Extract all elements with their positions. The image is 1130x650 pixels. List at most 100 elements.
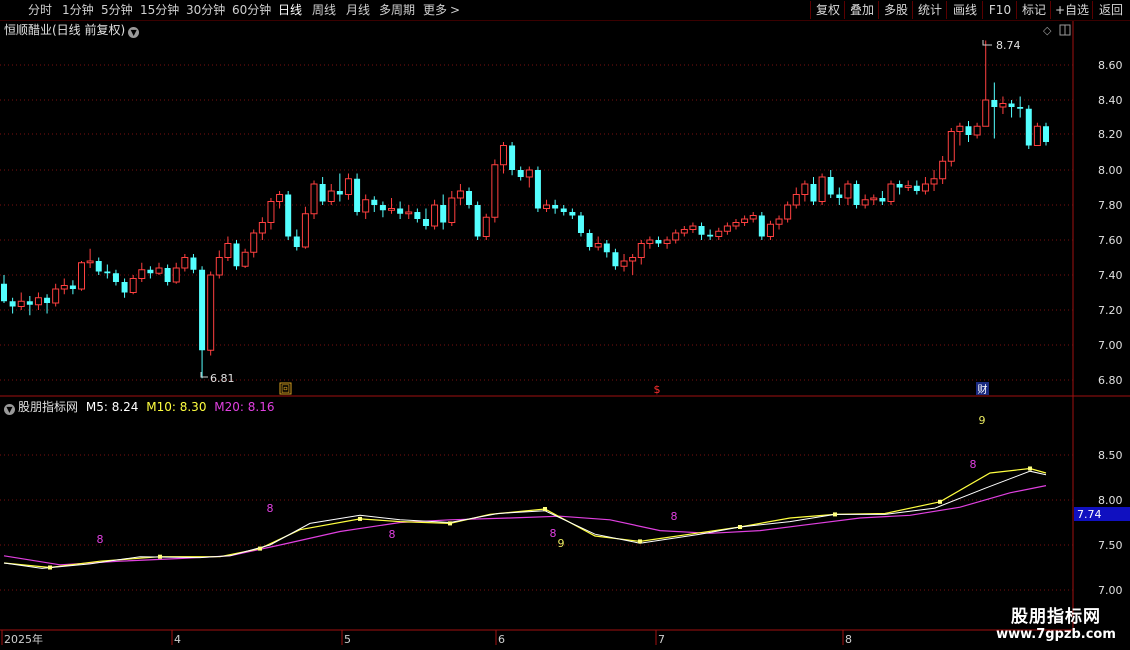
candle-up[interactable] — [499, 145, 507, 166]
overlay-button[interactable]: 叠加 — [844, 1, 879, 19]
candle-down[interactable] — [336, 191, 343, 195]
event-marker-finance[interactable] — [976, 382, 989, 395]
candle-down[interactable] — [233, 243, 240, 267]
candle-down[interactable] — [586, 233, 593, 247]
diamond-icon[interactable]: ◇ — [1043, 24, 1052, 37]
candle-up[interactable] — [792, 194, 800, 206]
candle-up[interactable] — [276, 194, 284, 202]
candle-up[interactable] — [17, 300, 25, 307]
f10-button[interactable]: F10 — [982, 1, 1017, 19]
candle-up[interactable] — [310, 183, 318, 215]
candle-up[interactable] — [207, 274, 215, 351]
candle-up[interactable] — [258, 222, 266, 234]
candle-up[interactable] — [250, 232, 258, 253]
candle-up[interactable] — [775, 218, 783, 225]
candle-down[interactable] — [1043, 126, 1049, 142]
candle-up[interactable] — [78, 262, 86, 290]
candle-up[interactable] — [672, 232, 680, 241]
candle-down[interactable] — [879, 198, 886, 202]
candle-up[interactable] — [818, 176, 826, 202]
period-tab-more[interactable]: 更多 > — [423, 2, 460, 18]
candle-down[interactable] — [371, 199, 378, 205]
candle-down[interactable] — [164, 268, 171, 282]
candle-up[interactable] — [982, 99, 990, 127]
candle-down[interactable] — [707, 234, 714, 237]
candle-down[interactable] — [655, 240, 662, 244]
candle-up[interactable] — [861, 199, 869, 206]
candle-down[interactable] — [810, 184, 817, 202]
candle-down[interactable] — [466, 191, 473, 205]
candle-up[interactable] — [887, 183, 895, 202]
candle-up[interactable] — [594, 243, 602, 248]
candle-down[interactable] — [474, 205, 481, 237]
candle-up[interactable] — [448, 197, 456, 223]
window-toggle-icon[interactable] — [1059, 24, 1071, 36]
candle-up[interactable] — [482, 216, 490, 237]
candle-down[interactable] — [965, 126, 972, 135]
candle-up[interactable] — [138, 269, 146, 279]
candle-down[interactable] — [199, 269, 206, 351]
candle-down[interactable] — [9, 301, 16, 307]
period-tab-1min[interactable]: 1分钟 — [62, 2, 94, 18]
candle-down[interactable] — [560, 208, 567, 213]
chevron-down-icon[interactable]: ▼ — [4, 404, 15, 415]
candle-up[interactable] — [723, 225, 731, 232]
candle-down[interactable] — [440, 205, 447, 223]
statistics-button[interactable]: 统计 — [912, 1, 947, 19]
candle-down[interactable] — [422, 219, 429, 226]
indicator-name[interactable]: 股朋指标网 — [18, 400, 78, 414]
candle-down[interactable] — [853, 184, 860, 205]
candle-up[interactable] — [801, 183, 809, 195]
candle-down[interactable] — [603, 243, 610, 253]
candle-down[interactable] — [991, 100, 998, 107]
candle-up[interactable] — [241, 251, 249, 267]
period-tab-5min[interactable]: 5分钟 — [101, 2, 133, 18]
candle-down[interactable] — [104, 271, 111, 274]
candle-up[interactable] — [52, 288, 60, 304]
event-marker-dividend[interactable]: $ — [654, 383, 661, 396]
candle-up[interactable] — [939, 160, 947, 180]
candle-up[interactable] — [491, 164, 499, 218]
candle-up[interactable] — [637, 243, 645, 258]
candle-up[interactable] — [327, 190, 335, 202]
candle-up[interactable] — [715, 230, 723, 237]
candle-up[interactable] — [921, 183, 929, 192]
multi-stock-button[interactable]: 多股 — [878, 1, 913, 19]
candle-down[interactable] — [147, 269, 154, 274]
add-watchlist-button[interactable]: +自选 — [1050, 1, 1093, 19]
candle-up[interactable] — [904, 185, 912, 188]
candle-up[interactable] — [172, 267, 180, 283]
candle-down[interactable] — [577, 215, 584, 234]
period-tab-15min[interactable]: 15分钟 — [140, 2, 179, 18]
candle-up[interactable] — [749, 215, 757, 220]
candle-up[interactable] — [60, 285, 68, 290]
candle-down[interactable] — [414, 212, 421, 219]
candle-down[interactable] — [758, 215, 765, 237]
candle-up[interactable] — [947, 131, 955, 162]
candle-up[interactable] — [456, 190, 464, 199]
period-tab-60min[interactable]: 60分钟 — [232, 2, 271, 18]
candle-up[interactable] — [689, 225, 697, 230]
candle-down[interactable] — [534, 170, 541, 209]
candle-down[interactable] — [1, 283, 7, 302]
candle-up[interactable] — [155, 267, 163, 274]
candle-up[interactable] — [999, 103, 1007, 108]
candle-down[interactable] — [69, 285, 76, 290]
period-tab-multi[interactable]: 多周期 — [379, 2, 415, 18]
candle-up[interactable] — [129, 278, 137, 293]
candle-up[interactable] — [973, 125, 981, 136]
candle-up[interactable] — [181, 257, 189, 269]
period-tab-daily[interactable]: 日线 — [278, 2, 302, 18]
candle-down[interactable] — [121, 282, 128, 293]
draw-line-button[interactable]: 画线 — [946, 1, 983, 19]
candle-up[interactable] — [956, 125, 964, 132]
period-tab-weekly[interactable]: 周线 — [312, 2, 336, 18]
candle-down[interactable] — [517, 170, 524, 177]
candle-down[interactable] — [552, 205, 559, 209]
candle-up[interactable] — [215, 257, 223, 276]
candle-down[interactable] — [827, 177, 834, 195]
candle-up[interactable] — [525, 169, 533, 178]
period-tab-monthly[interactable]: 月线 — [346, 2, 370, 18]
candle-up[interactable] — [766, 223, 774, 237]
candle-up[interactable] — [34, 297, 42, 306]
